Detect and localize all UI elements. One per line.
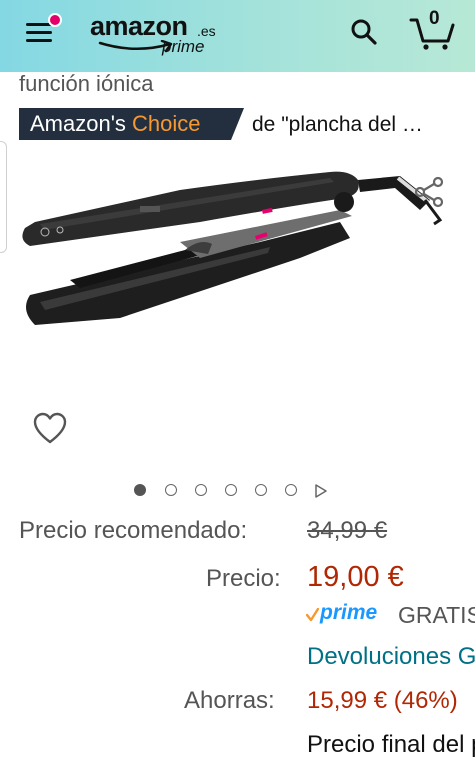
carousel-dot[interactable] <box>195 484 207 496</box>
share-icon[interactable] <box>414 176 446 208</box>
product-title-snippet: función iónica <box>19 71 154 96</box>
rrp-label: Precio recomendado: <box>19 517 248 544</box>
rrp-value: 34,99 € <box>307 517 388 544</box>
carousel-dot[interactable] <box>285 484 297 496</box>
menu-button[interactable] <box>26 13 62 45</box>
badge-label: Amazon's Choice <box>30 111 201 137</box>
logo-prime-text: prime <box>162 37 205 56</box>
prime-check-icon <box>306 608 319 622</box>
top-navigation-bar: amazon .es prime 0 <box>0 0 475 72</box>
badge-accent: Choice <box>132 111 201 136</box>
prime-badge: prime <box>320 601 378 624</box>
menu-icon-bar <box>26 31 52 34</box>
price-label: Precio: <box>206 565 281 592</box>
badge-query-text[interactable]: de "plancha del … <box>252 113 423 137</box>
carousel-dot[interactable] <box>165 484 177 496</box>
carousel-dot-active[interactable] <box>134 484 146 496</box>
heart-icon[interactable] <box>32 411 68 447</box>
product-image[interactable] <box>0 150 475 380</box>
carousel-dot[interactable] <box>255 484 267 496</box>
badge-prefix: Amazon's <box>30 111 126 136</box>
prime-free-delivery: GRATIS <box>398 602 475 628</box>
carousel-dot[interactable] <box>225 484 237 496</box>
free-returns-link[interactable]: Devoluciones GRATIS <box>307 643 475 671</box>
search-icon[interactable] <box>350 18 378 46</box>
amazon-prime-logo[interactable]: amazon .es prime <box>90 11 220 59</box>
savings-label: Ahorras: <box>184 687 275 714</box>
cart-count: 0 <box>429 8 440 29</box>
amazons-choice-badge[interactable]: Amazon's Choice <box>19 108 244 140</box>
video-play-icon[interactable] <box>314 484 328 498</box>
final-price-note: Precio final del producto <box>307 731 475 758</box>
price-value: 19,00 € <box>307 561 404 593</box>
menu-icon-bar <box>26 39 52 42</box>
notification-dot <box>48 13 62 27</box>
cart-button[interactable]: 0 <box>408 8 456 52</box>
savings-value: 15,99 € (46%) <box>307 687 458 714</box>
prime-delivery-row: prime GRATIS <box>306 600 475 630</box>
